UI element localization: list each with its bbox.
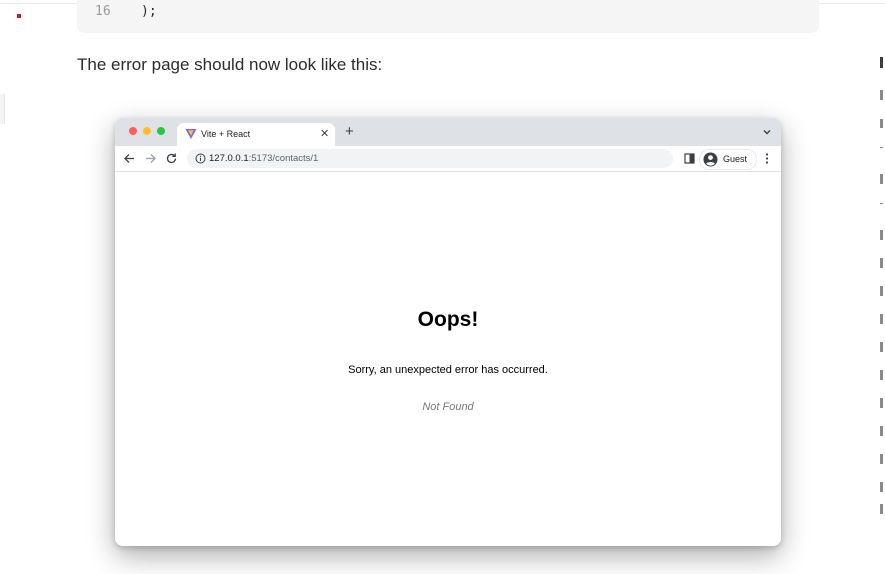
tab-title: Vite + React — [201, 129, 251, 139]
code-line-text: ); — [141, 4, 157, 19]
url-path: :5173/contacts/1 — [248, 153, 319, 164]
address-bar[interactable]: 127.0.0.1:5173/contacts/1 — [187, 149, 673, 168]
back-arrow-icon[interactable] — [123, 152, 136, 165]
kebab-menu-icon[interactable] — [762, 152, 772, 165]
browser-window-screenshot: Vite + React ✕ + 127.0.0.1:5173/contacts… — [115, 118, 781, 546]
vite-logo-icon — [185, 129, 197, 139]
doc-paragraph: The error page should now look like this… — [77, 55, 383, 74]
tab-close-icon[interactable]: ✕ — [320, 127, 329, 140]
window-minimize-button[interactable] — [143, 127, 151, 135]
error-page: Oops! Sorry, an unexpected error has occ… — [115, 172, 781, 546]
forward-arrow-icon[interactable] — [144, 152, 157, 165]
left-gutter-tab — [0, 94, 5, 124]
code-line-number: 16 — [95, 4, 111, 19]
browser-toolbar: 127.0.0.1:5173/contacts/1 Guest — [115, 146, 781, 172]
red-bullet-marker — [17, 14, 21, 18]
browser-tab[interactable]: Vite + React ✕ — [177, 123, 335, 146]
url-host: 127.0.0.1 — [209, 153, 249, 164]
code-block: 16 ); — [77, 0, 819, 33]
guest-avatar-icon — [703, 152, 718, 167]
profile-button[interactable]: Guest — [699, 149, 757, 170]
new-tab-button[interactable]: + — [345, 124, 354, 139]
profile-label: Guest — [723, 154, 748, 164]
error-status-text: Not Found — [422, 401, 474, 413]
window-zoom-button[interactable] — [157, 127, 165, 135]
error-message: Sorry, an unexpected error has occurred. — [348, 364, 548, 376]
site-info-icon[interactable] — [195, 153, 206, 164]
error-heading: Oops! — [417, 308, 479, 331]
url-text: 127.0.0.1:5173/contacts/1 — [209, 153, 318, 164]
side-panel-icon[interactable] — [684, 153, 695, 164]
window-close-button[interactable] — [129, 127, 137, 135]
browser-tabstrip: Vite + React ✕ + — [115, 118, 781, 146]
tab-search-chevron-icon[interactable] — [761, 126, 773, 138]
reload-icon[interactable] — [165, 152, 178, 165]
